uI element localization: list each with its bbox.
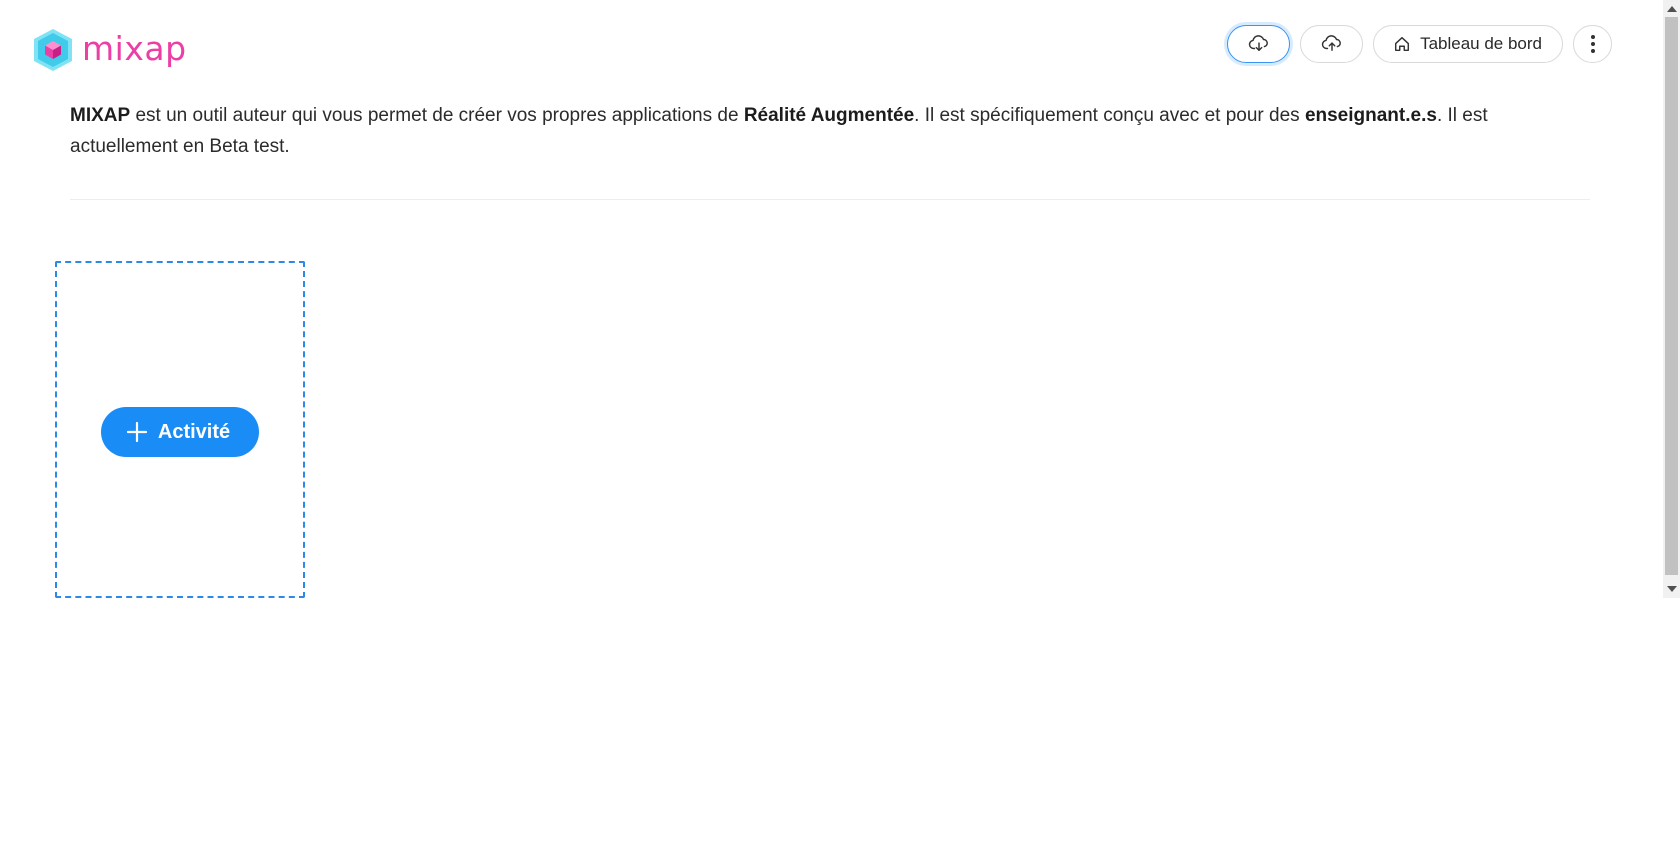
logo-text: mixap [82, 28, 187, 68]
cube-logo-icon [34, 29, 72, 71]
logo[interactable]: mixap [30, 24, 187, 76]
cloud-download-icon [1248, 35, 1268, 52]
add-activity-label: Activité [157, 420, 231, 443]
scroll-down-arrow-icon[interactable] [1667, 586, 1677, 592]
toolbar: Tableau de bord [1227, 25, 1612, 63]
intro-description: MIXAP est un outil auteur qui vous perme… [70, 100, 1600, 162]
description-highlight-ar: Réalité Augmentée [743, 105, 915, 126]
scroll-up-arrow-icon[interactable] [1667, 6, 1677, 12]
scrollbar-thumb[interactable] [1665, 17, 1678, 575]
upload-button[interactable] [1300, 25, 1364, 63]
description-highlight-teachers: enseignant.e.s [1304, 105, 1437, 126]
description-brand: MIXAP [70, 105, 131, 126]
home-icon [1395, 36, 1410, 52]
download-button[interactable] [1227, 25, 1291, 63]
description-text-2: . Il est spécifiquement conçu avec et po… [914, 105, 1305, 126]
divider [70, 199, 1590, 200]
cloud-upload-icon [1321, 35, 1341, 52]
more-menu-button[interactable] [1573, 25, 1612, 63]
app-viewport: mixap Tableau de bord MIXAP est un outil… [0, 0, 1663, 598]
page: mixap Tableau de bord MIXAP est un outil… [0, 0, 1680, 868]
dashboard-button[interactable]: Tableau de bord [1373, 25, 1563, 63]
vertical-scrollbar[interactable] [1663, 0, 1680, 598]
dashboard-label: Tableau de bord [1420, 34, 1542, 53]
more-vertical-icon [1590, 35, 1595, 53]
add-activity-button[interactable]: Activité [101, 407, 259, 457]
description-text-1: est un outil auteur qui vous permet de c… [130, 105, 744, 126]
plus-icon [126, 421, 147, 443]
